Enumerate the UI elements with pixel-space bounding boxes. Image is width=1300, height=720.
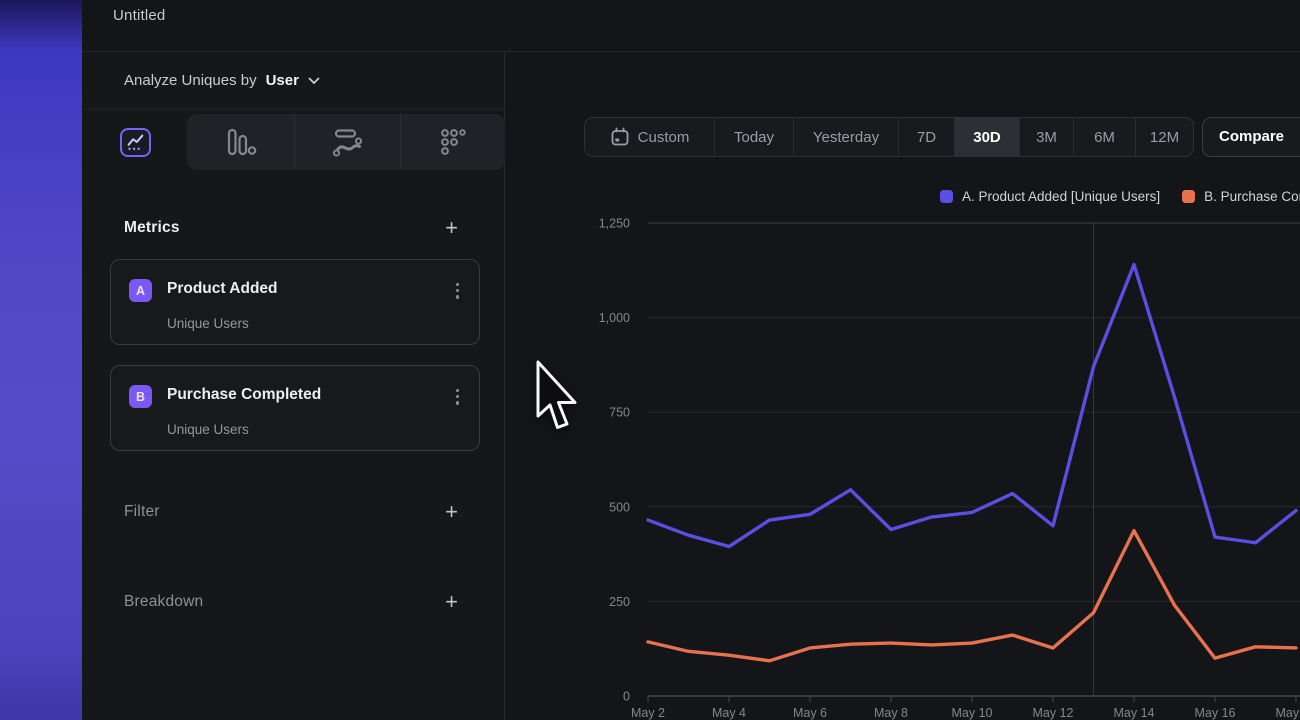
metric-card-a[interactable]: A Product Added Unique Users <box>110 259 480 345</box>
bar-chart-icon <box>225 127 257 157</box>
svg-text:May 16: May 16 <box>1195 706 1236 720</box>
range-3m[interactable]: 3M <box>1020 118 1074 156</box>
legend-swatch-b <box>1182 190 1195 203</box>
kebab-menu-icon[interactable] <box>456 389 459 405</box>
metrics-header: Metrics <box>124 219 180 237</box>
legend-label-a: A. Product Added [Unique Users] <box>962 189 1160 204</box>
svg-text:May 6: May 6 <box>793 706 827 720</box>
metric-badge: B <box>129 385 152 408</box>
metric-card-b[interactable]: B Purchase Completed Unique Users <box>110 365 480 451</box>
analyze-by-control[interactable]: Analyze Uniques by User <box>82 52 505 110</box>
chevron-down-icon <box>308 77 320 85</box>
metric-name: Product Added <box>167 280 278 298</box>
tab-line-chart[interactable] <box>82 114 188 170</box>
range-12m[interactable]: 12M <box>1136 118 1193 156</box>
line-chart[interactable]: 0 250 500 750 1,000 1,250 May 2 May 4 May 6 May 8… <box>585 210 1300 720</box>
analyze-by-label: Analyze Uniques by <box>124 72 257 89</box>
tab-flows[interactable] <box>294 114 400 170</box>
svg-text:250: 250 <box>609 595 630 609</box>
svg-text:0: 0 <box>623 690 630 704</box>
chart-legend: A. Product Added [Unique Users] B. Purch… <box>940 189 1300 204</box>
tab-bar-chart[interactable] <box>188 114 294 170</box>
range-today[interactable]: Today <box>715 118 794 156</box>
page-title: Untitled <box>113 7 165 24</box>
range-30d[interactable]: 30D <box>955 118 1020 156</box>
add-filter-button[interactable]: + <box>445 502 458 522</box>
tab-grid[interactable] <box>400 114 505 170</box>
metric-name: Purchase Completed <box>167 386 321 404</box>
compare-button[interactable]: Compare <box>1202 117 1300 157</box>
date-range-selector: Custom Today Yesterday 7D 30D 3M 6M 12M <box>584 117 1194 157</box>
flows-icon <box>331 127 364 157</box>
legend-item-a[interactable]: A. Product Added [Unique Users] <box>940 189 1160 204</box>
range-custom[interactable]: Custom <box>585 118 715 156</box>
filter-header: Filter <box>124 503 160 521</box>
background-gradient <box>0 0 82 720</box>
calendar-icon <box>610 127 630 147</box>
metric-subtitle: Unique Users <box>167 422 249 437</box>
svg-text:1,250: 1,250 <box>599 217 630 231</box>
legend-swatch-a <box>940 190 953 203</box>
breakdown-header: Breakdown <box>124 593 203 611</box>
metric-subtitle: Unique Users <box>167 316 249 331</box>
range-yesterday[interactable]: Yesterday <box>794 118 899 156</box>
kebab-menu-icon[interactable] <box>456 283 459 299</box>
svg-text:May 18: May 18 <box>1276 706 1300 720</box>
line-chart-icon <box>120 128 151 157</box>
svg-text:750: 750 <box>609 406 630 420</box>
top-bar: Untitled <box>82 0 1300 52</box>
sidebar: Analyze Uniques by User <box>82 52 505 720</box>
svg-text:500: 500 <box>609 500 630 514</box>
svg-text:May 2: May 2 <box>631 706 665 720</box>
range-7d[interactable]: 7D <box>899 118 955 156</box>
legend-label-b: B. Purchase Completed [Unique Users] <box>1204 189 1300 204</box>
chart-panel: Custom Today Yesterday 7D 30D 3M 6M 12M … <box>505 52 1300 720</box>
svg-text:May 4: May 4 <box>712 706 746 720</box>
analyze-by-value: User <box>266 72 299 89</box>
add-metric-button[interactable]: + <box>445 218 458 238</box>
grid-dots-icon <box>438 127 468 157</box>
add-breakdown-button[interactable]: + <box>445 592 458 612</box>
svg-text:May 10: May 10 <box>952 706 993 720</box>
legend-item-b[interactable]: B. Purchase Completed [Unique Users] <box>1182 189 1300 204</box>
svg-text:May 8: May 8 <box>874 706 908 720</box>
metric-badge: A <box>129 279 152 302</box>
svg-text:May 14: May 14 <box>1114 706 1155 720</box>
range-6m[interactable]: 6M <box>1074 118 1136 156</box>
svg-text:1,000: 1,000 <box>599 311 630 325</box>
svg-text:May 12: May 12 <box>1033 706 1074 720</box>
